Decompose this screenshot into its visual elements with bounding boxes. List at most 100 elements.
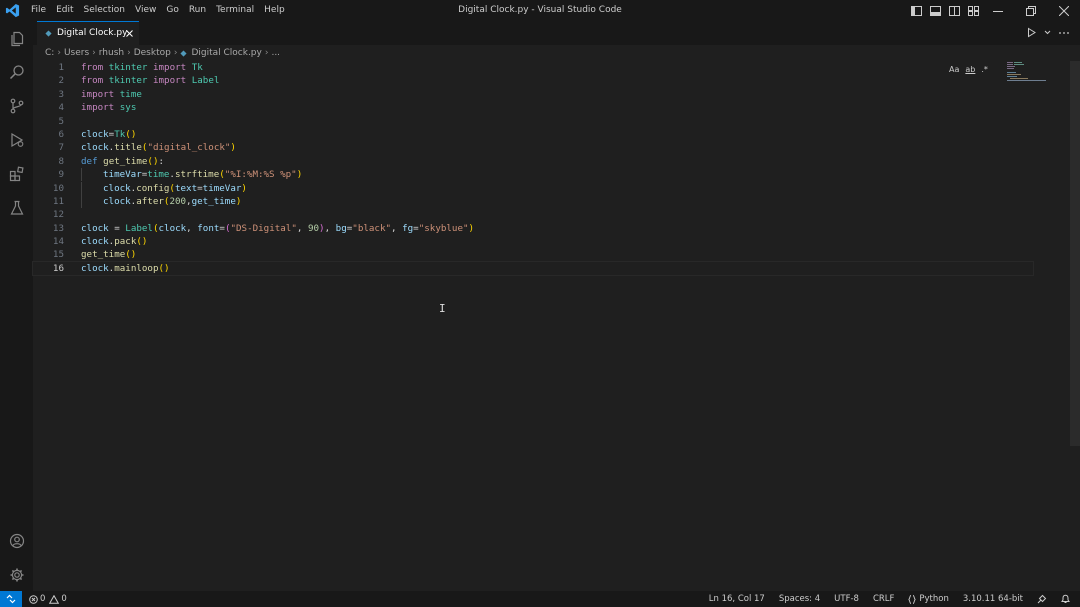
problems-indicator[interactable]: 0 0: [29, 591, 67, 607]
menu-edit[interactable]: Edit: [51, 0, 78, 21]
end-of-line[interactable]: CRLF: [873, 594, 894, 604]
braces-icon: [908, 594, 917, 604]
code-line[interactable]: 5: [33, 115, 1033, 128]
toggle-primary-sidebar-icon[interactable]: [910, 4, 923, 17]
code-token: from: [81, 62, 104, 73]
explorer-icon[interactable]: [0, 22, 33, 55]
indentation[interactable]: Spaces: 4: [779, 594, 820, 604]
code-line[interactable]: 4 import sys: [33, 101, 1033, 114]
code-line[interactable]: 15 get_time(): [33, 248, 1033, 261]
line-number: 5: [58, 115, 64, 127]
extensions-icon[interactable]: [0, 157, 33, 190]
code-line[interactable]: 16 clock.mainloop(): [32, 260, 1034, 277]
search-icon[interactable]: [0, 55, 33, 88]
code-text: import time: [81, 88, 142, 101]
code-line[interactable]: 8 def get_time():: [33, 155, 1033, 168]
testing-icon[interactable]: [0, 191, 33, 224]
menu-help[interactable]: Help: [259, 0, 290, 21]
editor-actions: [1026, 27, 1070, 38]
notifications-bell-icon[interactable]: [1061, 594, 1070, 604]
code-line[interactable]: 14 clock.pack(): [33, 235, 1033, 248]
code-token: mainloop: [114, 262, 159, 274]
code-token: ): [468, 222, 475, 234]
code-text: from tkinter import Tk: [81, 61, 203, 74]
code-token: ,: [391, 222, 403, 234]
use-regex-icon[interactable]: .*: [981, 65, 988, 74]
code-editor[interactable]: 1 from tkinter import Tk 2 from tkinter imp…: [32, 61, 1034, 277]
code-line[interactable]: 9 timeVar=time.strftime("%I:%M:%S %p"): [33, 168, 1033, 182]
code-line[interactable]: 6 clock=Tk(): [33, 128, 1033, 141]
menu-selection[interactable]: Selection: [79, 0, 130, 21]
feedback-icon[interactable]: [1037, 594, 1047, 604]
customize-layout-icon[interactable]: [967, 4, 980, 17]
run-python-file-icon[interactable]: [1026, 27, 1037, 38]
breadcrumb-item[interactable]: C:: [45, 45, 54, 61]
source-control-icon[interactable]: [0, 89, 33, 122]
tab-bar: Digital Clock.py: [33, 21, 1080, 45]
title-bar: File Edit Selection View Go Run Terminal…: [0, 0, 1080, 21]
code-line[interactable]: 10 clock.config(text=timeVar): [33, 181, 1033, 195]
close-tab-icon[interactable]: [124, 28, 135, 39]
code-token: clock: [158, 222, 187, 234]
language-mode[interactable]: Python: [908, 594, 949, 604]
code-token: ): [230, 142, 236, 154]
vertical-scrollbar[interactable]: [1070, 61, 1080, 446]
match-whole-word-icon[interactable]: ab: [965, 65, 975, 74]
tab-digital-clock-py[interactable]: Digital Clock.py: [37, 21, 139, 45]
code-token: clock: [81, 262, 109, 274]
indent-guide: [81, 168, 103, 182]
code-token: (): [125, 249, 137, 261]
menu-terminal[interactable]: Terminal: [211, 0, 259, 21]
code-token: clock: [81, 142, 109, 154]
code-token: "%I:%M:%S %p": [224, 169, 297, 181]
accounts-icon[interactable]: [0, 524, 33, 557]
file-encoding[interactable]: UTF-8: [834, 594, 859, 604]
menu-go[interactable]: Go: [161, 0, 183, 21]
cursor-position[interactable]: Ln 16, Col 17: [709, 594, 765, 604]
code-line[interactable]: 7 clock.title("digital_clock"): [33, 141, 1033, 154]
toggle-panel-icon[interactable]: [929, 4, 942, 17]
run-and-debug-icon[interactable]: [0, 123, 33, 156]
code-token: fg: [402, 222, 414, 234]
code-text: clock.config(text=timeVar): [81, 181, 247, 195]
minimize-icon[interactable]: [981, 0, 1014, 21]
match-case-icon[interactable]: Aa: [949, 65, 959, 74]
code-line[interactable]: 11 clock.after(200,get_time): [33, 194, 1033, 208]
code-line[interactable]: 3 import time: [33, 88, 1033, 101]
code-token: ,: [186, 222, 198, 234]
code-line[interactable]: 2 from tkinter import Label: [33, 74, 1033, 87]
menu-run[interactable]: Run: [184, 0, 211, 21]
code-text: from tkinter import Label: [81, 74, 219, 87]
remote-indicator-icon[interactable]: [0, 591, 22, 607]
breadcrumb-item[interactable]: Digital Clock.py: [191, 45, 261, 61]
code-token: tkinter: [108, 62, 148, 73]
code-line[interactable]: 12: [33, 208, 1033, 221]
line-number: 8: [58, 155, 64, 167]
code-token: import: [152, 62, 187, 73]
chevron-down-icon[interactable]: [1044, 27, 1051, 38]
toggle-secondary-sidebar-icon[interactable]: [948, 4, 961, 17]
menu-view[interactable]: View: [130, 0, 161, 21]
line-number: 11: [52, 195, 64, 207]
breadcrumb-item[interactable]: Users: [64, 45, 89, 61]
close-window-icon[interactable]: [1047, 0, 1080, 21]
line-number: 7: [58, 142, 64, 154]
breadcrumb-item[interactable]: ...: [271, 45, 280, 61]
settings-gear-icon[interactable]: [0, 558, 33, 591]
code-token: after: [136, 195, 164, 207]
code-token: ): [235, 195, 242, 207]
line-number: 16: [52, 262, 64, 274]
more-actions-icon[interactable]: [1058, 27, 1070, 38]
code-token: pack: [114, 236, 137, 248]
code-token: clock: [103, 195, 131, 207]
code-line[interactable]: 1 from tkinter import Tk: [33, 61, 1033, 74]
breadcrumb-item[interactable]: rhush: [99, 45, 124, 61]
restore-icon[interactable]: [1014, 0, 1047, 21]
breadcrumb-item[interactable]: Desktop: [134, 45, 171, 61]
minimap[interactable]: [1007, 61, 1049, 81]
breadcrumb-separator-icon: ›: [57, 48, 61, 58]
python-interpreter[interactable]: 3.10.11 64-bit: [963, 594, 1023, 604]
code-line[interactable]: 13 clock = Label(clock, font=("DS-Digital…: [33, 222, 1033, 235]
menu-file[interactable]: File: [26, 0, 51, 21]
code-token: get_time: [81, 249, 126, 261]
